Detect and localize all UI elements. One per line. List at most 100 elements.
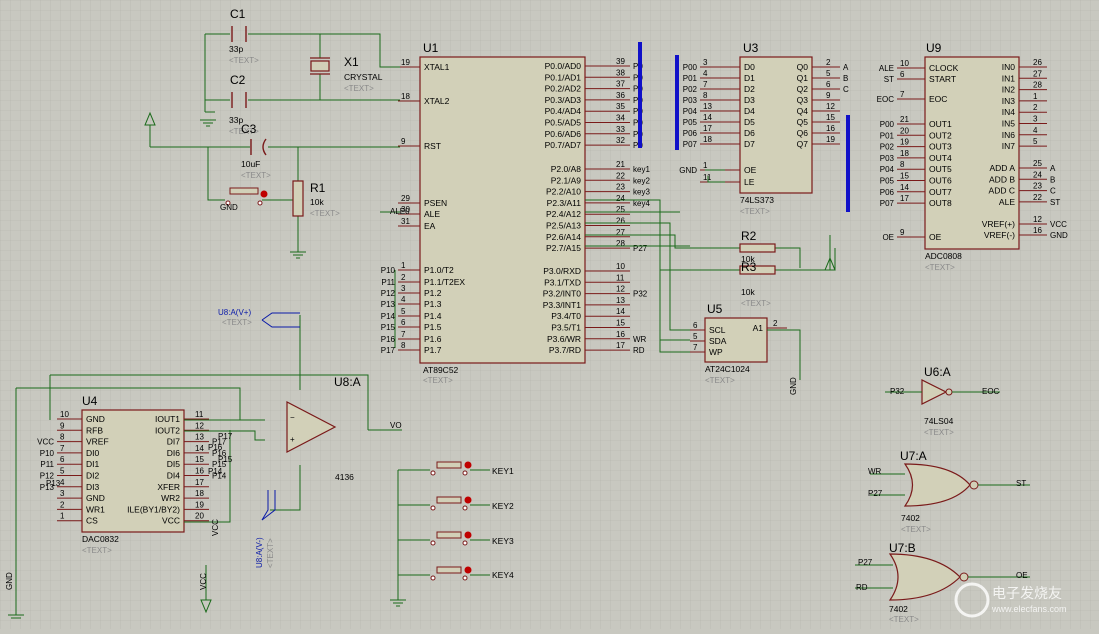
u9-pin-number: 23 (1033, 182, 1042, 191)
u4-pin-name: DI2 (86, 471, 100, 481)
svg-text:<TEXT>: <TEXT> (266, 538, 275, 568)
u4-pin-number: 20 (195, 512, 204, 521)
u3-pin-name: Q0 (797, 62, 809, 72)
u9-pin-number: 3 (1033, 115, 1038, 124)
u1-pin-name: P0.7/AD7 (545, 140, 582, 150)
u3-net-label: P04 (683, 107, 698, 116)
u9-net-label: ALE (879, 64, 894, 73)
u1-pin-number: 9 (401, 137, 406, 146)
u9-net-label: B (1050, 175, 1055, 184)
u3-pin-number: 2 (826, 58, 831, 67)
c3-ref: C3 (241, 122, 257, 136)
u9-pin-name: OUT5 (929, 164, 952, 174)
u4-pin-name: DI4 (167, 471, 181, 481)
u1-net-label: P14 (381, 312, 396, 321)
u9-net-label: GND (1050, 231, 1068, 240)
u9-pin-number: 8 (900, 160, 905, 169)
u9-pin-name: VREF(+) (982, 219, 1015, 229)
svg-text:<TEXT>: <TEXT> (310, 209, 340, 218)
u1-pin-number: 3 (401, 284, 406, 293)
net-label: ST (1016, 479, 1026, 488)
u1-pin-number: 26 (616, 217, 625, 226)
u4-pin-name: GND (86, 414, 105, 424)
x1-crystal[interactable] (310, 57, 330, 75)
u1-pin-name: P2.6/A14 (546, 232, 581, 242)
u3-part: 74LS373 (740, 195, 774, 205)
u4-pin-number: 18 (195, 489, 204, 498)
u9-net-label: ST (1050, 198, 1060, 207)
u1-pin-name: P1.4 (424, 311, 442, 321)
u3-pin-number: 14 (703, 113, 712, 122)
u9-pin-name: OUT1 (929, 119, 952, 129)
u9-pin-name: OUT6 (929, 176, 952, 186)
u8-vminus-label: U8:A(V-) (255, 537, 264, 568)
u9-pin-name: ADD A (989, 163, 1015, 173)
key2-label: KEY2 (492, 501, 514, 511)
svg-text:−: − (290, 413, 295, 422)
u4-pin-number: 19 (195, 500, 204, 509)
u1-pin-number: 16 (616, 330, 625, 339)
r1-resistor[interactable] (292, 180, 304, 217)
u3-pin-number: 15 (826, 113, 835, 122)
u4-pin-number: 4 (60, 478, 65, 487)
u5-pin-number: 7 (693, 343, 698, 352)
u9-pin-number: 4 (1033, 126, 1038, 135)
u1-text: <TEXT> (423, 376, 453, 385)
u9-pin-number: 26 (1033, 58, 1042, 67)
u9-pin-name: OE (929, 232, 942, 242)
u9-pin-number: 28 (1033, 81, 1042, 90)
u1-pin-number: 22 (616, 171, 625, 180)
u6a-part: 74LS04 (924, 416, 954, 426)
u1-pin-number: 10 (616, 262, 625, 271)
u1-pin-number: 21 (616, 160, 625, 169)
u5-text: <TEXT> (705, 376, 735, 385)
net-label: P16 (208, 443, 223, 452)
u3-net-label: B (843, 74, 848, 83)
u1-pin-name: XTAL2 (424, 96, 450, 106)
u9-net-label: P04 (880, 165, 895, 174)
u3-pin-number: 7 (703, 80, 708, 89)
u1-net-label: P16 (381, 335, 396, 344)
u4-pin-number: 15 (195, 455, 204, 464)
u3-pin-name: Q5 (797, 117, 809, 127)
u1-net-label: P17 (381, 346, 396, 355)
c3-value: 10uF (241, 159, 260, 169)
r3-ref: R3 (741, 260, 757, 274)
r2-resistor[interactable] (739, 243, 776, 253)
u9-ref: U9 (926, 41, 942, 55)
u1-pin-number: 29 (401, 194, 410, 203)
u8a-ref: U8:A (334, 375, 361, 389)
u9-pin-name: START (929, 74, 956, 84)
u9-pin-number: 14 (900, 183, 909, 192)
u8-vplus-label: U8:A(V+) (218, 308, 251, 317)
u1-pin-number: 36 (616, 91, 625, 100)
u4-pin-name: IOUT2 (155, 425, 180, 435)
net-label: VCC (199, 573, 208, 590)
u3-net-label: C (843, 85, 849, 94)
u1-net-label: RD (633, 346, 645, 355)
u1-net-label: key1 (633, 165, 650, 174)
u3-pin-number: 18 (703, 135, 712, 144)
u9-pin-number: 27 (1033, 69, 1042, 78)
u3-pin-name: Q3 (797, 95, 809, 105)
u9-pin-number: 1 (1033, 92, 1038, 101)
u9-net-label: P06 (880, 188, 895, 197)
u4-pin-name: RFB (86, 425, 103, 435)
u9-net-label: P07 (880, 199, 895, 208)
u9-pin-number: 22 (1033, 193, 1042, 202)
u1-net-label: P10 (381, 266, 396, 275)
u3-net-label: P03 (683, 96, 698, 105)
u4-pin-name: VREF (86, 437, 109, 447)
u1-net-label: P13 (381, 300, 396, 309)
u6a-ref: U6:A (924, 365, 951, 379)
svg-text:<TEXT>: <TEXT> (241, 171, 271, 180)
net-label: VCC (211, 519, 220, 536)
u4-pin-number: 2 (60, 500, 65, 509)
u5-pin-name: SDA (709, 336, 727, 346)
u1-net-label: P11 (381, 278, 395, 287)
u1-pin-number: 25 (616, 205, 625, 214)
u9-text: <TEXT> (925, 263, 955, 272)
u1-pin-name: P2.2/A10 (546, 187, 581, 197)
u1-pin-number: 4 (401, 295, 406, 304)
u3-pin-number: 8 (703, 91, 708, 100)
